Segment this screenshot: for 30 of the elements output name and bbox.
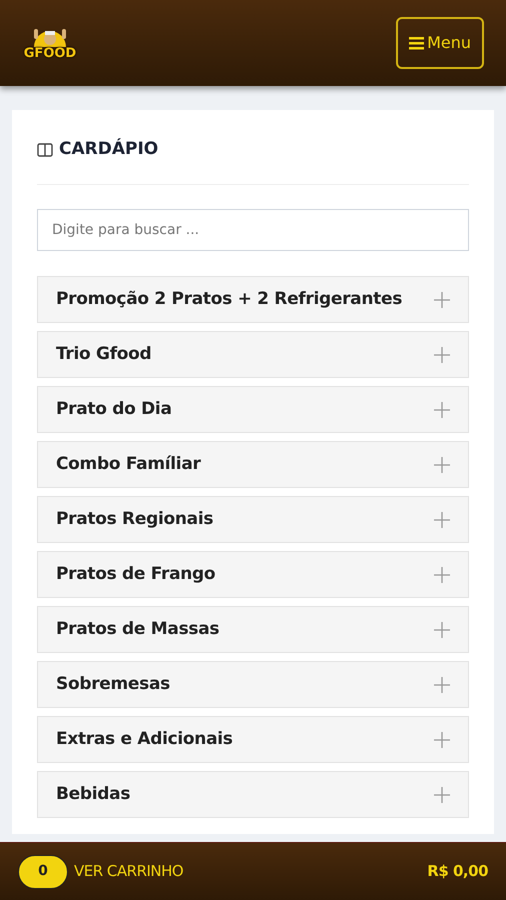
category-item[interactable]: Pratos de Massas bbox=[37, 606, 469, 653]
view-cart-label: VER CARRINHO bbox=[74, 861, 184, 882]
category-item[interactable]: Pratos Regionais bbox=[37, 496, 469, 543]
plus-icon bbox=[434, 676, 450, 692]
card-title: CARDÁPIO bbox=[59, 137, 158, 162]
plus-icon bbox=[434, 346, 450, 362]
cart-count-badge: 0 bbox=[18, 854, 68, 888]
category-item[interactable]: Pratos de Frango bbox=[37, 551, 469, 598]
plus-icon bbox=[434, 456, 450, 472]
category-item[interactable]: Prato do Dia bbox=[37, 386, 469, 433]
view-cart-button[interactable]: 0 VER CARRINHO bbox=[18, 854, 184, 888]
plus-icon bbox=[434, 402, 450, 418]
menu-icon bbox=[409, 36, 424, 50]
plus-icon bbox=[434, 732, 450, 748]
category-item[interactable]: Promoção 2 Pratos + 2 Refrigerantes bbox=[37, 276, 469, 323]
category-item[interactable]: Combo Famíliar bbox=[37, 441, 469, 488]
columns-icon bbox=[37, 143, 53, 157]
plus-icon bbox=[434, 622, 450, 638]
menu-button[interactable]: Menu bbox=[396, 17, 484, 69]
plus-icon bbox=[434, 512, 450, 528]
plus-icon bbox=[434, 786, 450, 802]
plus-icon bbox=[434, 566, 450, 582]
cart-total: R$ 0,00 bbox=[427, 861, 488, 882]
plus-icon bbox=[434, 292, 450, 308]
search-field[interactable]: Digite para buscar ... bbox=[37, 209, 469, 251]
category-item[interactable]: Sobremesas bbox=[37, 661, 469, 708]
category-item[interactable]: Bebidas bbox=[37, 771, 469, 818]
category-item[interactable]: Extras e Adicionais bbox=[37, 716, 469, 763]
logo[interactable]: GFOOD bbox=[22, 26, 78, 60]
category-item[interactable]: Trio Gfood bbox=[37, 331, 469, 378]
